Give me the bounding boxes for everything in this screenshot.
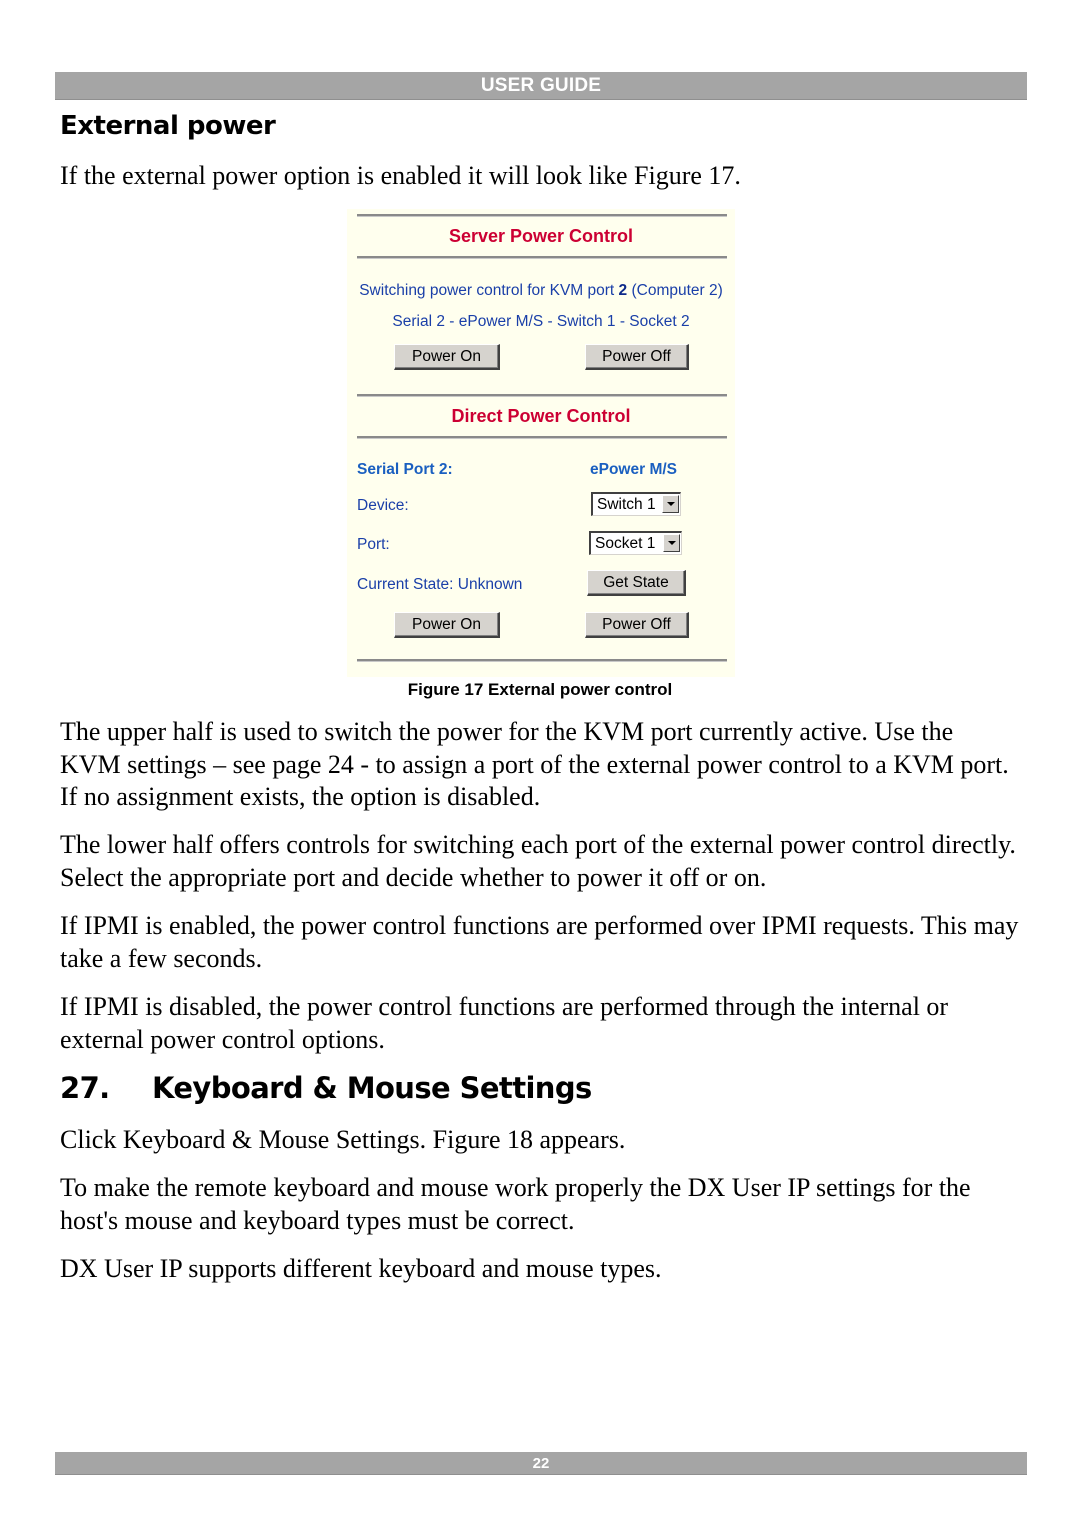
kvm-port-number: 2 (618, 282, 628, 299)
section-heading: External power (60, 111, 276, 141)
paragraph: The upper half is used to switch the pow… (60, 717, 1009, 811)
paragraph: To make the remote keyboard and mouse wo… (60, 1173, 971, 1235)
server-power-off-button[interactable]: Power Off (585, 344, 689, 370)
paragraph: If IPMI is enabled, the power control fu… (60, 911, 1019, 973)
chevron-down-icon[interactable] (662, 495, 679, 513)
paragraph: Click Keyboard & Mouse Settings. Figure … (60, 1125, 626, 1154)
direct-power-control-title: Direct Power Control (451, 406, 631, 426)
section-number: 27. (60, 1071, 110, 1105)
divider (357, 256, 727, 259)
get-state-button[interactable]: Get State (587, 570, 686, 596)
device-select[interactable]: Switch 1 (591, 492, 681, 516)
page-number-footer: 22 (55, 1452, 1027, 1475)
direct-power-off-button[interactable]: Power Off (585, 612, 689, 638)
current-state-text: Current State: Unknown (357, 576, 523, 593)
device-label: Device: (357, 497, 409, 514)
paragraph: DX User IP supports different keyboard a… (60, 1254, 662, 1283)
divider (357, 394, 727, 397)
server-power-on-button[interactable]: Power On (394, 344, 500, 370)
divider (357, 659, 727, 662)
section-27-heading: 27. Keyboard & Mouse Settings (60, 1071, 592, 1105)
paragraph: If IPMI is disabled, the power control f… (60, 992, 949, 1054)
divider (357, 214, 727, 217)
divider (357, 436, 727, 439)
header-banner: USER GUIDE (55, 72, 1027, 100)
port-select-value: Socket 1 (595, 535, 656, 552)
paragraph: The lower half offers controls for switc… (60, 830, 1016, 892)
power-route-info: Serial 2 - ePower M/S - Switch 1 - Socke… (392, 313, 690, 330)
external-power-figure: Server Power Control Switching power con… (347, 209, 735, 677)
serial-port-label: Serial Port 2: (357, 461, 453, 478)
figure-caption: Figure 17 External power control (407, 680, 673, 699)
kvm-port-info: Switching power control for KVM port 2 (… (359, 282, 723, 299)
port-label: Port: (357, 536, 390, 553)
device-type-label: ePower M/S (590, 461, 677, 478)
server-power-control-title: Server Power Control (448, 226, 634, 246)
port-select[interactable]: Socket 1 (589, 531, 682, 555)
chevron-down-icon[interactable] (663, 534, 680, 552)
section-title: Keyboard & Mouse Settings (152, 1071, 592, 1105)
direct-power-on-button[interactable]: Power On (394, 612, 500, 638)
device-select-value: Switch 1 (597, 496, 656, 513)
intro-paragraph: If the external power option is enabled … (60, 161, 741, 190)
